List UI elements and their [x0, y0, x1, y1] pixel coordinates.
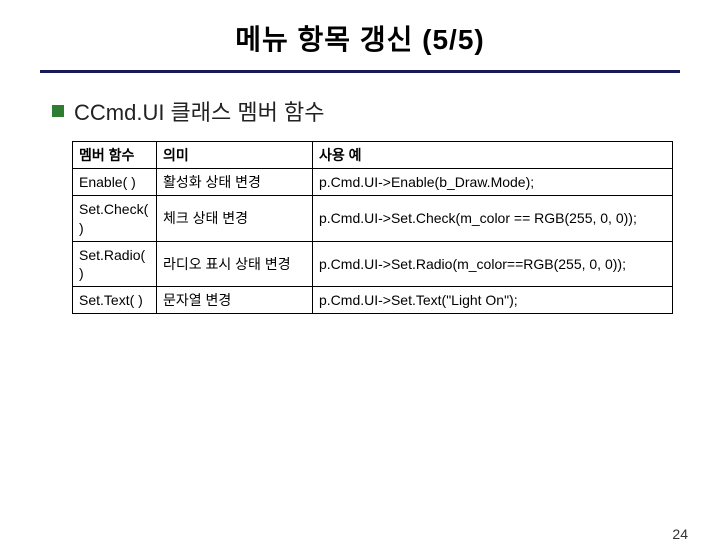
cell-example: p.Cmd.UI->Enable(b_Draw.Mode);	[313, 169, 673, 196]
cell-meaning: 라디오 표시 상태 변경	[157, 241, 313, 286]
header-example: 사용 예	[313, 142, 673, 169]
cell-name: Set.Radio( )	[73, 241, 157, 286]
cell-meaning: 문자열 변경	[157, 287, 313, 314]
cell-example: p.Cmd.UI->Set.Radio(m_color==RGB(255, 0,…	[313, 241, 673, 286]
cell-example: p.Cmd.UI->Set.Text("Light On");	[313, 287, 673, 314]
table-header-row: 멤버 함수 의미 사용 예	[73, 142, 673, 169]
cell-meaning: 활성화 상태 변경	[157, 169, 313, 196]
table-row: Set.Text( ) 문자열 변경 p.Cmd.UI->Set.Text("L…	[73, 287, 673, 314]
bullet-icon	[52, 105, 64, 117]
member-function-table-wrap: 멤버 함수 의미 사용 예 Enable( ) 활성화 상태 변경 p.Cmd.…	[72, 141, 672, 314]
cell-name: Set.Check( )	[73, 196, 157, 241]
subsection: CCmd.UI 클래스 멤버 함수	[52, 95, 720, 127]
cell-meaning: 체크 상태 변경	[157, 196, 313, 241]
member-function-table: 멤버 함수 의미 사용 예 Enable( ) 활성화 상태 변경 p.Cmd.…	[72, 141, 673, 314]
subsection-title: CCmd.UI 클래스 멤버 함수	[74, 95, 324, 127]
cell-example: p.Cmd.UI->Set.Check(m_color == RGB(255, …	[313, 196, 673, 241]
table-row: Set.Check( ) 체크 상태 변경 p.Cmd.UI->Set.Chec…	[73, 196, 673, 241]
cell-name: Enable( )	[73, 169, 157, 196]
table-row: Set.Radio( ) 라디오 표시 상태 변경 p.Cmd.UI->Set.…	[73, 241, 673, 286]
cell-name: Set.Text( )	[73, 287, 157, 314]
page-title: 메뉴 항목 갱신 (5/5)	[0, 18, 720, 58]
header-meaning: 의미	[157, 142, 313, 169]
table-row: Enable( ) 활성화 상태 변경 p.Cmd.UI->Enable(b_D…	[73, 169, 673, 196]
title-underline	[40, 70, 680, 73]
header-member: 멤버 함수	[73, 142, 157, 169]
